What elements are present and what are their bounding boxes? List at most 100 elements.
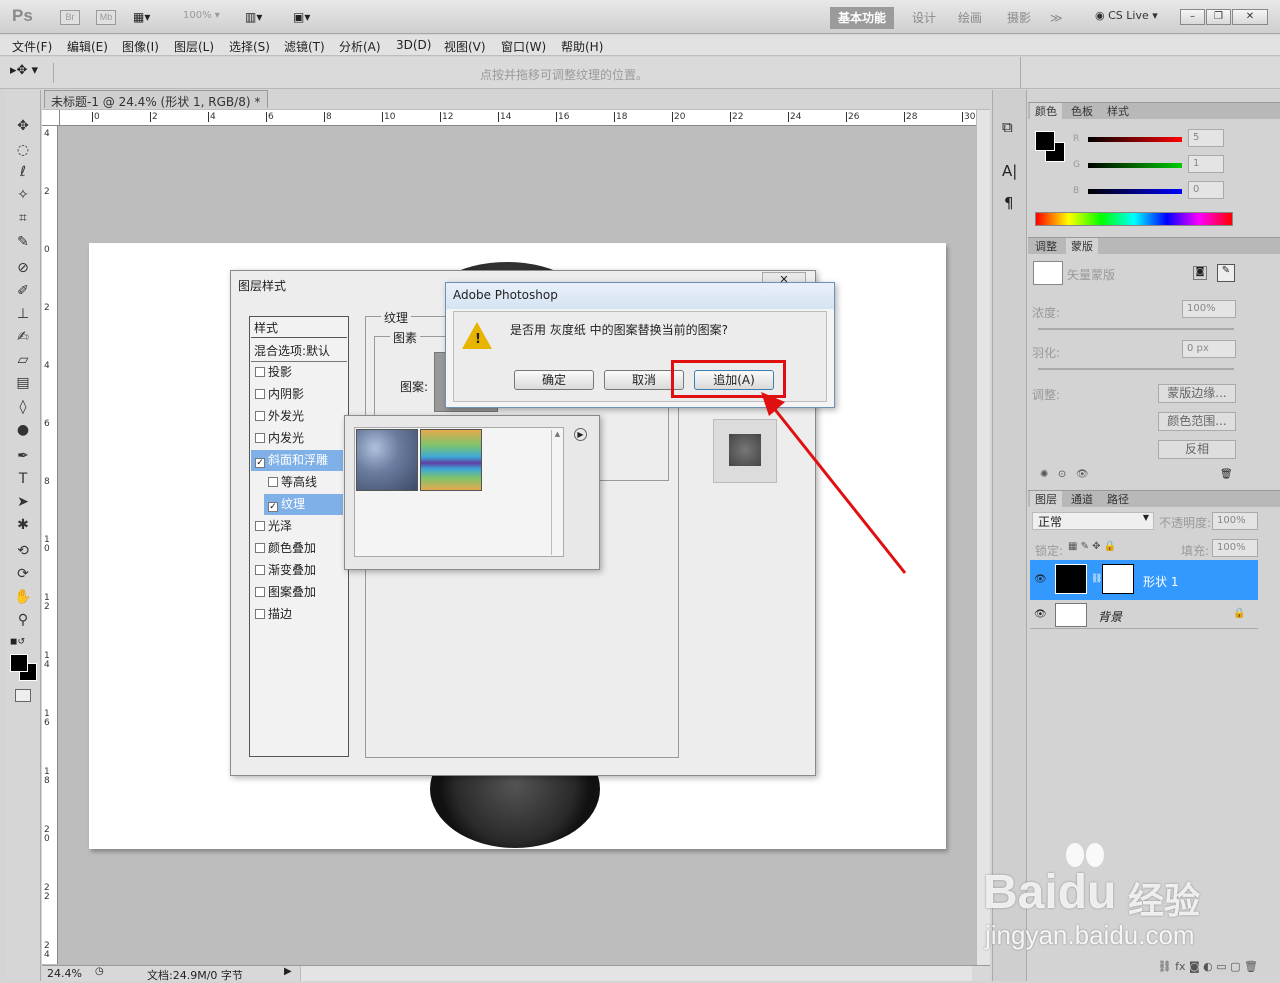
tab-styles[interactable]: 样式 — [1102, 103, 1134, 120]
brush-tool-icon[interactable]: ✐ — [12, 281, 34, 301]
menu-window[interactable]: 窗口(W) — [501, 38, 546, 55]
style-item-checkbox[interactable] — [255, 521, 265, 531]
style-item[interactable]: ✓ 斜面和浮雕 — [251, 450, 343, 471]
ruler-origin[interactable] — [42, 110, 60, 126]
mask-panel-footer-icons[interactable]: ✺ ⊙ 👁 — [1040, 469, 1089, 480]
color-fg-swatch[interactable] — [1035, 131, 1055, 151]
style-item-checkbox[interactable] — [255, 565, 265, 575]
history-brush-tool-icon[interactable]: ✍ — [12, 327, 34, 347]
history-panel-icon[interactable]: ⧉ — [1002, 118, 1013, 136]
r-value[interactable]: 5 — [1188, 129, 1224, 147]
style-item[interactable]: 等高线 — [264, 472, 343, 493]
move-tool-icon[interactable]: ✥ — [12, 116, 34, 136]
layer-name-background[interactable]: 背景 — [1098, 608, 1122, 625]
zoom-level-select[interactable]: 100% ▾ — [183, 10, 220, 21]
style-item-checkbox[interactable] — [268, 477, 278, 487]
menu-select[interactable]: 选择(S) — [229, 38, 270, 55]
gradient-tool-icon[interactable]: ▤ — [12, 373, 34, 393]
menu-file[interactable]: 文件(F) — [12, 38, 52, 55]
default-colors-icon[interactable]: ◼↺ — [10, 637, 25, 647]
density-value[interactable]: 100% — [1182, 300, 1236, 318]
quick-mask-icon[interactable] — [15, 689, 31, 702]
style-item-checkbox[interactable] — [255, 609, 265, 619]
mask-edge-button[interactable]: 蒙版边缘... — [1158, 384, 1236, 403]
workspace-painting[interactable]: 绘画 — [950, 7, 990, 29]
style-item-checkbox[interactable] — [255, 433, 265, 443]
view-extras-button[interactable]: ▦▾ — [133, 10, 163, 25]
vertical-scrollbar[interactable] — [976, 110, 990, 965]
horizontal-scrollbar[interactable] — [300, 966, 972, 981]
menu-help[interactable]: 帮助(H) — [561, 38, 603, 55]
character-panel-icon[interactable]: A| — [1002, 162, 1017, 180]
style-item-checkbox[interactable]: ✓ — [268, 502, 278, 512]
3d-orbit-tool-icon[interactable]: ⟳ — [12, 564, 34, 584]
style-item[interactable]: ✓ 纹理 — [264, 494, 343, 515]
tab-paths[interactable]: 路径 — [1102, 491, 1134, 508]
screen-mode-button[interactable]: ▣▾ — [293, 10, 323, 24]
arrange-documents-button[interactable]: ▥▾ — [245, 10, 275, 24]
color-range-button[interactable]: 颜色范围... — [1158, 412, 1236, 431]
workspace-essentials[interactable]: 基本功能 — [830, 7, 895, 29]
styles-header[interactable]: 样式 — [251, 318, 347, 338]
layers-footer-icons[interactable]: ⛓ fx ◙ ◐ ▭ ▢ 🗑 — [1030, 960, 1258, 980]
link-icon[interactable]: ⛓ — [1091, 574, 1102, 584]
workspace-photography[interactable]: 摄影 — [999, 7, 1039, 29]
type-tool-icon[interactable]: T — [12, 469, 34, 489]
b-value[interactable]: 0 — [1188, 181, 1224, 199]
tab-swatches[interactable]: 色板 — [1066, 103, 1098, 120]
blur-tool-icon[interactable]: ◊ — [12, 397, 34, 417]
color-spectrum[interactable] — [1035, 212, 1233, 226]
shape-tool-icon[interactable]: ✱ — [12, 515, 34, 535]
pixel-mask-icon[interactable]: ◙ — [1193, 266, 1207, 280]
tab-layers[interactable]: 图层 — [1030, 491, 1062, 508]
pattern-menu-icon[interactable]: ▶ — [574, 428, 587, 441]
style-item[interactable]: 渐变叠加 — [251, 560, 343, 581]
zoom-tool-icon[interactable]: ⚲ — [12, 610, 34, 630]
background-visibility-icon[interactable]: 👁 — [1034, 609, 1047, 620]
fill-value[interactable]: 100% — [1212, 539, 1258, 557]
pattern-rainbow-swatch[interactable] — [420, 429, 482, 491]
paragraph-panel-icon[interactable]: ¶ — [1004, 194, 1014, 212]
workspace-more-button[interactable]: ≫ — [1042, 7, 1071, 29]
tab-adjustments[interactable]: 调整 — [1030, 238, 1062, 255]
b-slider[interactable] — [1088, 189, 1182, 194]
mask-thumbnail[interactable] — [1033, 261, 1063, 285]
blend-mode-select[interactable]: 正常 ▼ — [1032, 512, 1154, 530]
eraser-tool-icon[interactable]: ▱ — [12, 350, 34, 370]
layer-visibility-icon[interactable]: 👁 — [1034, 574, 1047, 585]
tool-preset-picker[interactable]: ▸✥ ▾ — [10, 63, 54, 83]
3d-rotate-tool-icon[interactable]: ⟲ — [12, 541, 34, 561]
status-menu-arrow[interactable]: ▶ — [284, 966, 296, 977]
r-slider[interactable] — [1088, 137, 1182, 142]
style-item[interactable]: 投影 — [251, 362, 343, 383]
menu-view[interactable]: 视图(V) — [444, 38, 486, 55]
style-item[interactable]: 外发光 — [251, 406, 343, 427]
layer-name-shape[interactable]: 形状 1 — [1143, 573, 1178, 590]
eyedropper-tool-icon[interactable]: ✎ — [12, 232, 34, 252]
g-value[interactable]: 1 — [1188, 155, 1224, 173]
style-item[interactable]: 图案叠加 — [251, 582, 343, 603]
invert-button[interactable]: 反相 — [1158, 440, 1236, 459]
path-select-tool-icon[interactable]: ➤ — [12, 492, 34, 512]
marquee-tool-icon[interactable]: ◌ — [12, 140, 34, 160]
tab-color[interactable]: 颜色 — [1030, 103, 1062, 120]
density-slider[interactable] — [1038, 328, 1234, 330]
mini-bridge-button[interactable]: Mb — [96, 10, 116, 25]
menu-image[interactable]: 图像(I) — [122, 38, 159, 55]
clone-stamp-tool-icon[interactable]: ⊥ — [12, 304, 34, 324]
hand-tool-icon[interactable]: ✋ — [12, 587, 34, 607]
minimize-button[interactable]: – — [1180, 9, 1205, 25]
crop-tool-icon[interactable]: ⌗ — [12, 208, 34, 228]
dodge-tool-icon[interactable]: ● — [12, 420, 34, 440]
lasso-tool-icon[interactable]: ℓ — [12, 162, 34, 182]
restore-button[interactable]: ❐ — [1206, 9, 1231, 25]
style-item[interactable]: 内阴影 — [251, 384, 343, 405]
menu-filter[interactable]: 滤镜(T) — [284, 38, 325, 55]
pen-tool-icon[interactable]: ✒ — [12, 446, 34, 466]
style-item-checkbox[interactable] — [255, 543, 265, 553]
menu-edit[interactable]: 编辑(E) — [67, 38, 108, 55]
style-item[interactable]: 描边 — [251, 604, 343, 625]
style-item[interactable]: 光泽 — [251, 516, 343, 537]
style-item[interactable]: 内发光 — [251, 428, 343, 449]
style-item-checkbox[interactable] — [255, 389, 265, 399]
